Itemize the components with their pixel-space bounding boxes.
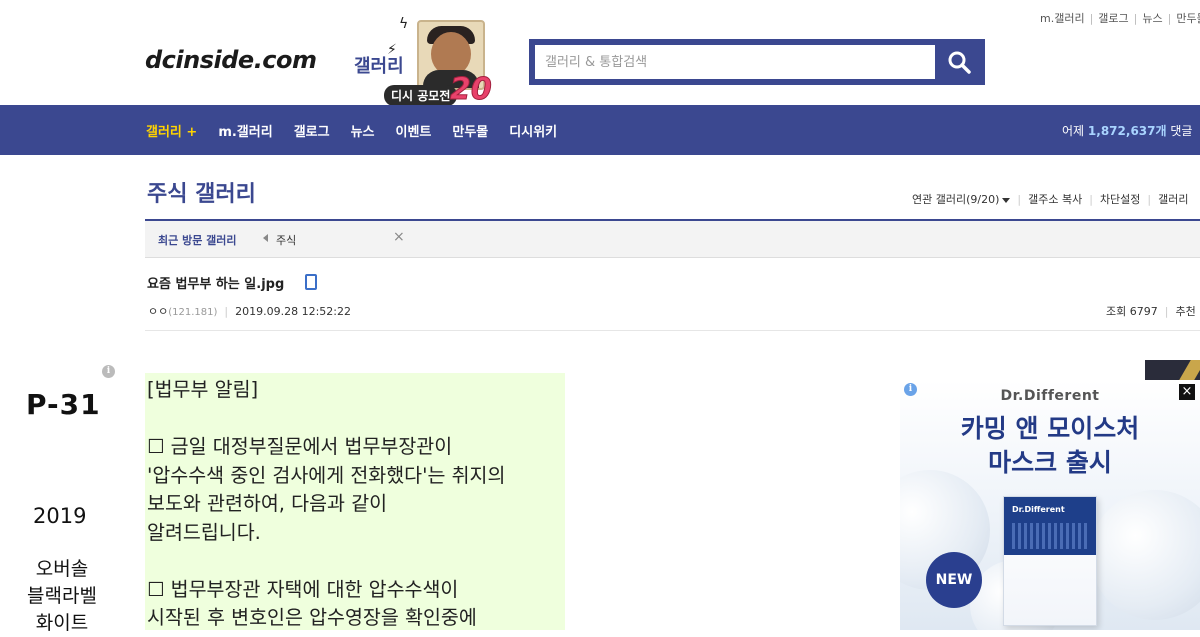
- post-title: 요즘 법무부 하는 일.jpg: [147, 277, 285, 292]
- post-image-line: [147, 547, 505, 576]
- caret-down-icon: [1002, 197, 1011, 203]
- post-image-line: 보도와 관련하여, 다음과 같이: [147, 492, 388, 515]
- promo-number: 20: [450, 72, 493, 108]
- ad-headline-line: 카밍 앤 모이스처: [960, 414, 1140, 443]
- nav-item-event[interactable]: 이벤트: [396, 121, 432, 140]
- left-ad-name-line: 블랙라벨: [27, 585, 97, 607]
- search-icon: [948, 51, 971, 74]
- promo-banner[interactable]: ϟ ⚡ 디시 공모전 20: [384, 14, 504, 108]
- mobile-icon: [305, 274, 317, 290]
- right-ad-peek[interactable]: [1145, 360, 1200, 380]
- util-link-news[interactable]: 뉴스: [1142, 12, 1162, 25]
- util-links: m.갤러리|갤로그|뉴스|만두몰: [1040, 10, 1200, 26]
- post-image-line: 시작된 후 변호인은 압수영장을 확인중에: [147, 606, 477, 629]
- comment-count: 1,872,637개: [1087, 124, 1167, 138]
- post-image-line: ☐ 법무부장관 자택에 대한 압수수색이: [147, 577, 459, 601]
- ad-bubble: [1090, 490, 1200, 620]
- ad-headline-line: 마스크 출시: [988, 448, 1112, 477]
- post-meta: ㅇㅇ(121.181) | 2019.09.28 12:52:22: [148, 305, 352, 318]
- nav-item-news[interactable]: 뉴스: [351, 121, 375, 140]
- recent-galleries-bar: 최근 방문 갤러리 주식 ×: [145, 221, 1200, 258]
- gallery-title[interactable]: 주식 갤러리: [147, 176, 256, 208]
- post-date: 2019.09.28 12:52:22: [235, 305, 352, 318]
- right-ad[interactable]: i × Dr.Different 카밍 앤 모이스처 마스크 출시 Dr.Dif…: [900, 380, 1200, 630]
- post-image-line: 알려드립니다.: [147, 520, 261, 544]
- post-stats: 조회 6797 | 추천: [1106, 305, 1196, 318]
- gallery-tools: 연관 갤러리(9/20) | 갤주소 복사 | 차단설정 | 갤러리: [912, 193, 1189, 206]
- util-link-m-gallery[interactable]: m.갤러리: [1040, 12, 1085, 25]
- sparkle-icon: ⚡: [387, 42, 397, 58]
- arrow-left-icon[interactable]: [263, 234, 268, 242]
- main-nav: 갤러리 + m.갤러리 갤로그 뉴스 이벤트 만두몰 디시위키 어제 1,872…: [0, 105, 1200, 155]
- new-badge: NEW: [926, 552, 982, 608]
- post-header-divider: [145, 330, 1200, 331]
- post-image: [법무부 알림] ☐ 금일 대정부질문에서 법무부장관이 '압수수색 중인 검사에…: [145, 373, 565, 630]
- left-ad-name-line: 오버솔: [35, 558, 89, 580]
- comment-stats: 어제 1,872,637개 댓글: [1062, 124, 1193, 138]
- product-box: Dr.Different: [1003, 496, 1097, 626]
- search-button[interactable]: [939, 45, 979, 79]
- post-image-line: '압수수색 중인 검사에게 전화했다'는 취지의: [147, 463, 506, 487]
- post-recommend: 추천: [1175, 305, 1196, 318]
- promo-pill-label: 디시 공모전: [384, 85, 458, 106]
- post-author-ip: (121.181): [168, 307, 218, 318]
- sparkle-icon: ϟ: [399, 16, 409, 32]
- nav-item-gallog[interactable]: 갤로그: [294, 121, 330, 140]
- recent-galleries-label: 최근 방문 갤러리: [158, 234, 237, 247]
- post-image-line: [147, 405, 505, 434]
- nav-item-m-gallery[interactable]: m.갤러리: [218, 121, 272, 140]
- search-bar: [529, 39, 985, 85]
- util-link-mall[interactable]: 만두몰: [1176, 12, 1200, 25]
- nav-item-mall[interactable]: 만두몰: [452, 121, 488, 140]
- site-logo[interactable]: dcinside.com: [145, 46, 317, 74]
- close-icon[interactable]: ×: [393, 229, 405, 245]
- nav-item-gallery[interactable]: 갤러리 +: [146, 121, 197, 140]
- ad-headline: 카밍 앤 모이스처 마스크 출시: [900, 412, 1200, 480]
- post-views: 조회 6797: [1106, 305, 1158, 318]
- left-ad-year[interactable]: 2019: [33, 504, 86, 528]
- left-ad-name-line: 화이트: [35, 612, 89, 634]
- recent-gallery-chip[interactable]: 주식: [276, 232, 296, 248]
- left-ad-code[interactable]: P-31: [26, 388, 101, 421]
- nav-item-wiki[interactable]: 디시위키: [509, 121, 557, 140]
- block-settings-button[interactable]: 차단설정: [1100, 193, 1140, 206]
- post-image-line: [법무부 알림]: [147, 378, 259, 401]
- post-image-text: [법무부 알림] ☐ 금일 대정부질문에서 법무부장관이 '압수수색 중인 검사에…: [147, 376, 505, 633]
- search-input[interactable]: [535, 45, 935, 79]
- post-image-line: ☐ 금일 대정부질문에서 법무부장관이: [147, 435, 453, 458]
- ad-info-icon[interactable]: i: [102, 365, 115, 378]
- util-link-gallog[interactable]: 갤로그: [1098, 12, 1128, 25]
- copy-gallery-address-button[interactable]: 갤주소 복사: [1028, 193, 1082, 206]
- gallery-info-button[interactable]: 갤러리: [1158, 193, 1188, 206]
- product-box-brand: Dr.Different: [1012, 505, 1065, 514]
- related-gallery-dropdown[interactable]: 연관 갤러리(9/20): [912, 193, 1011, 206]
- post-author[interactable]: ㅇㅇ: [148, 305, 168, 318]
- ad-brand: Dr.Different: [1000, 388, 1100, 404]
- left-ad-name[interactable]: 오버솔 블랙라벨 화이트: [18, 556, 106, 637]
